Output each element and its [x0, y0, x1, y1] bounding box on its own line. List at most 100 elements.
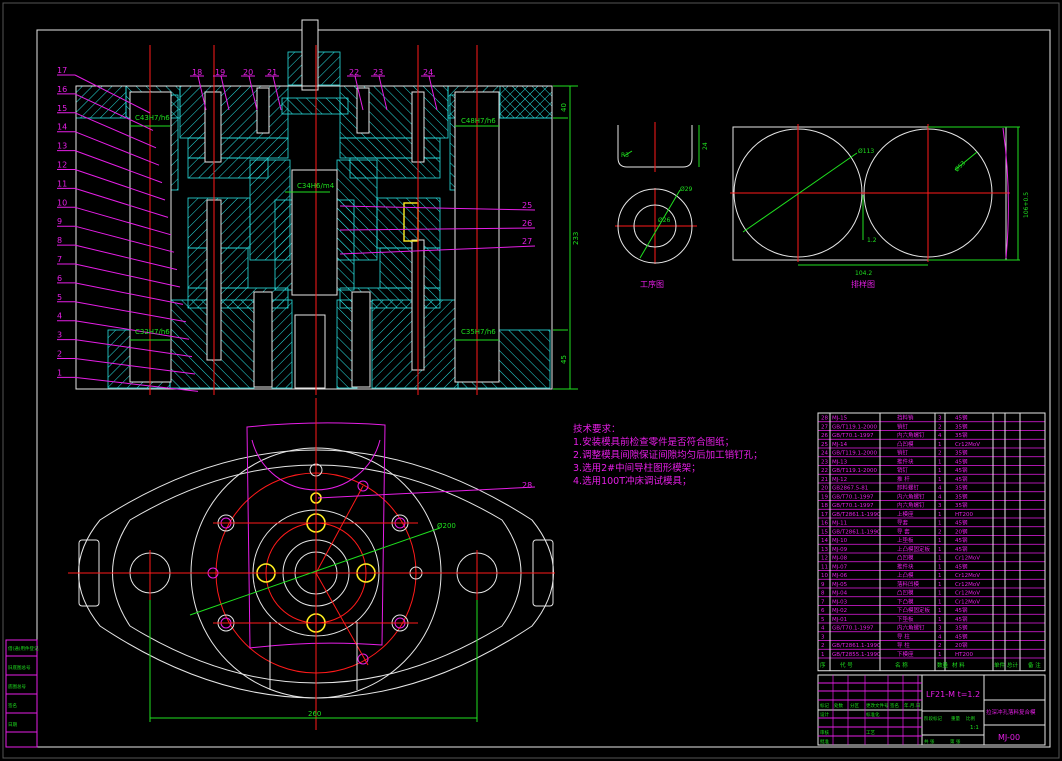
table-cell: 1	[938, 512, 942, 518]
part-number-label: 12	[57, 161, 67, 170]
table-cell: 销钉	[897, 449, 909, 457]
table-row: 19 GB/T70.1-1997 内六角螺钉 4 35钢	[818, 492, 1045, 501]
table-cell: 1	[938, 599, 942, 605]
workpiece-view	[615, 122, 700, 264]
table-row: 11 MJ-07 推件块 1 45钢	[818, 562, 1045, 571]
table-row: 28 MJ-15 挡料销 3 45钢	[818, 414, 1045, 423]
table-cell: 推件块	[897, 562, 914, 570]
hatched-part	[274, 199, 293, 291]
table-cell: 内六角螺钉	[897, 501, 925, 509]
title-drawing-number: MJ-00	[998, 733, 1020, 742]
table-cell: 1	[938, 652, 942, 658]
part-number-label: 13	[57, 142, 67, 151]
part-number-label: 19	[215, 68, 225, 77]
title-block-label: 工艺	[866, 730, 875, 736]
part-number-label: 20	[243, 68, 253, 77]
title-block: LF21-M t=1.2 拉深冲孔落料复合模 MJ-00 1:1 标记 处数 分区更…	[817, 674, 1046, 746]
table-cell: 3	[938, 503, 942, 509]
table-row: 10 MJ-06 上凸模 1 Cr12MoV	[818, 571, 1045, 580]
title-drawing-name: 拉深冲孔落料复合模	[986, 708, 1036, 716]
table-cell: 4	[821, 626, 825, 632]
hatched-part	[179, 85, 289, 139]
table-cell: 2	[938, 451, 942, 457]
table-cell: 推件块	[897, 457, 914, 465]
table-cell: 23	[821, 459, 828, 465]
layout-title: 排样图	[851, 279, 875, 289]
dim-top-height: 40	[560, 103, 568, 112]
table-row: 16 MJ-11 导套 1 45钢	[818, 519, 1045, 528]
table-cell: 1	[938, 442, 942, 448]
dimension-line	[189, 527, 441, 616]
table-row: 15 GB/T2861.1-1990 导 套 2 20钢	[818, 527, 1045, 536]
table-cell: 13	[821, 547, 828, 553]
table-cell: GB/T70.1-1997	[832, 494, 874, 500]
table-cell: GB2867.5-81	[832, 486, 868, 492]
title-block-label: 阶段标记	[924, 715, 942, 722]
table-header: 材 料	[952, 661, 965, 669]
table-cell: 挡料销	[897, 414, 914, 422]
title-block-label: 共 张	[924, 738, 935, 745]
part-number-label: 9	[57, 217, 62, 226]
table-row: 20 GB2867.5-81 卸料螺钉 4 35钢	[818, 484, 1045, 493]
table-cell: MJ-11	[832, 521, 847, 527]
table-row: 17 GB/T2861.1-1990 上模座 1 HT200	[818, 510, 1045, 519]
section-bore	[351, 291, 371, 388]
title-material: LF21-M t=1.2	[926, 690, 980, 699]
hatched-part	[339, 85, 449, 139]
table-cell: 16	[821, 521, 828, 527]
workpiece-height: 24	[702, 142, 709, 150]
side-strip-label: 底图总号	[8, 683, 26, 690]
table-cell: MJ-05	[832, 582, 848, 588]
hatched-part	[271, 299, 293, 389]
table-cell: 6	[821, 608, 825, 614]
fit-upper-right: C48H7/h6	[461, 117, 496, 125]
table-cell: 9	[821, 582, 825, 588]
table-cell: MJ-08	[832, 556, 848, 562]
section-view	[75, 19, 578, 395]
tech-req-item: 3.选用2#中间导柱图形模架；	[573, 462, 701, 474]
table-cell: 2	[821, 643, 825, 649]
part-number-label: 7	[57, 255, 62, 264]
table-cell: GB/T2861.1-1990	[832, 512, 881, 518]
part-number-label: 24	[423, 68, 433, 77]
table-cell: GB/T2861.1-1990	[832, 643, 881, 649]
table-row: 18 GB/T70.1-1997 内六角螺钉 3 35钢	[818, 501, 1045, 510]
table-cell: MJ-13	[832, 459, 848, 465]
table-cell: MJ-01	[832, 617, 847, 623]
table-cell: 20钢	[955, 527, 968, 535]
table-row: 3 导 柱 4 45钢	[818, 632, 1045, 641]
cad-drawing-sheet: 171615141312111098765432118 19 20 21 22 23 242…	[2, 2, 1060, 759]
table-cell: GB/T70.1-1997	[832, 433, 874, 439]
layout-strip-width: 106+0.5	[1023, 192, 1030, 218]
technical-requirements: 技术要求： 1.安装模具前检查零件是否符合图纸； 2.调整模具间隙保证间隙均匀后…	[573, 423, 763, 487]
table-cell: 导套	[897, 519, 909, 527]
hatched-part	[336, 199, 355, 291]
workpiece-outer-dia: Ø29	[680, 186, 693, 193]
table-cell: 落料凹模	[897, 580, 920, 588]
leader-line	[317, 486, 536, 499]
table-row: 5 MJ-01 下垫板 1 45钢	[818, 615, 1045, 624]
table-cell: GB/T70.1-1997	[832, 503, 874, 509]
table-cell: 导 柱	[897, 641, 910, 649]
table-row: 13 MJ-09 上凸模固定板 1 45钢	[818, 545, 1045, 554]
title-block-label: 比例	[966, 715, 975, 722]
workpiece-radius: R3	[621, 152, 629, 159]
part-number-label: 27	[522, 237, 532, 246]
table-cell: Cr12MoV	[955, 591, 980, 597]
table-cell: 1	[938, 477, 942, 483]
table-cell: 凸凹模	[897, 554, 914, 562]
side-strip: 借(通)用件登记旧底图总号底图总号签名日期	[5, 639, 39, 748]
table-cell: 内六角螺钉	[897, 624, 925, 632]
title-block-label: 审核	[820, 729, 829, 736]
table-cell: 下垫板	[897, 615, 914, 623]
dim-pitch-diameter: Ø200	[437, 522, 456, 530]
part-number-label: 18	[192, 68, 202, 77]
tech-req-title: 技术要求：	[573, 423, 621, 435]
table-cell: 1	[938, 608, 942, 614]
table-cell: MJ-04	[832, 591, 848, 597]
workpiece-title: 工序图	[640, 279, 664, 289]
plan-view	[68, 398, 555, 730]
part-number-label: 25	[522, 201, 532, 210]
tech-req-item: 2.调整模具间隙保证间隙均匀后加工销钉孔；	[573, 449, 763, 461]
table-row: 24 GB/T119.1-2000 销钉 2 35钢	[818, 449, 1045, 458]
